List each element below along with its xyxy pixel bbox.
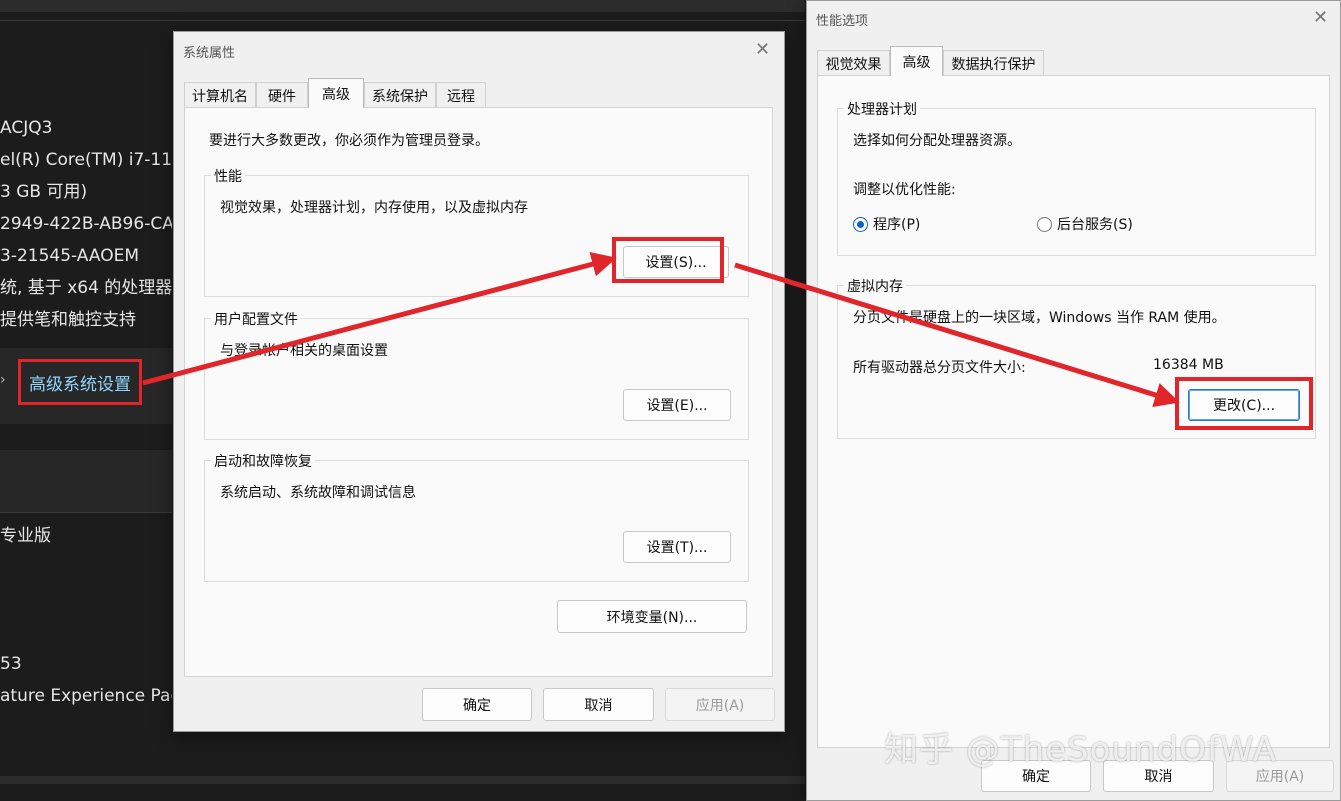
background-services-radio-option[interactable]: 后台服务(S) [1037,214,1133,234]
programs-radio-label: 程序(P) [873,217,921,233]
virtual-memory-desc: 分页文件是硬盘上的一块区域，Windows 当作 RAM 使用。 [853,310,1226,326]
tab-system-protection[interactable]: 系统保护 [364,82,436,108]
chevron-icon: › [0,372,6,388]
advanced-system-settings-highlight: 高级系统设置 [18,359,142,405]
admin-note: 要进行大多数更改，你必须作为管理员登录。 [209,133,489,149]
user-profiles-desc: 与登录帐户相关的桌面设置 [220,343,388,359]
programs-radio[interactable] [853,216,868,232]
performance-settings-highlight [612,237,724,283]
programs-radio-option[interactable]: 程序(P) [853,214,920,234]
spec-line: 统, 基于 x64 的处理器 [0,278,172,298]
processor-scheduling-group: 处理器计划 选择如何分配处理器资源。 调整以优化性能: 程序(P) 后台服务(S… [837,99,1316,256]
adjust-for-label: 调整以优化性能: [853,182,956,198]
virtual-memory-label: 虚拟内存 [844,276,906,296]
performance-desc: 视觉效果，处理器计划，内存使用，以及虚拟内存 [220,200,528,216]
tab-advanced[interactable]: 高级 [308,78,364,108]
processor-scheduling-label: 处理器计划 [844,99,920,119]
background-services-radio[interactable] [1037,216,1052,232]
dialog-title: 系统属性 [183,46,236,61]
user-profiles-label: 用户配置文件 [211,309,301,329]
spec-line: 提供笔和触控支持 [0,310,136,330]
section-strip [0,450,172,512]
performance-label: 性能 [211,166,245,186]
dialog-title: 性能选项 [816,14,869,29]
spec-line: ACJQ3 [0,118,53,138]
system-properties-dialog: 系统属性 ✕ 计算机名 硬件 高级 系统保护 远程 要进行大多数更改，你必须作为… [173,31,785,732]
change-button-highlight [1175,377,1313,430]
tab-remote[interactable]: 远程 [436,82,486,108]
startup-recovery-label: 启动和故障恢复 [211,451,315,471]
close-icon[interactable]: ✕ [1313,9,1328,27]
top-bar [0,0,805,12]
environment-variables-button[interactable]: 环境变量(N)... [557,600,747,633]
spec-line: 3-21545-AAOEM [0,246,140,266]
build-value: 53 [0,654,22,674]
apply-button[interactable]: 应用(A) [665,688,775,721]
spec-line: el(R) Core(TM) i7-1165G [0,150,172,170]
user-profiles-group: 用户配置文件 与登录帐户相关的桌面设置 设置(E)... [204,309,749,440]
cancel-button[interactable]: 取消 [543,688,654,721]
spec-line: 3 GB 可用) [0,182,88,202]
tab-hardware[interactable]: 硬件 [256,82,308,108]
tab-computer-name[interactable]: 计算机名 [184,82,256,108]
user-profiles-settings-button[interactable]: 设置(E)... [623,389,731,421]
startup-recovery-desc: 系统启动、系统故障和调试信息 [220,485,416,501]
paging-total-label: 所有驱动器总分页文件大小: [853,360,1026,376]
advanced-system-settings-link[interactable]: 高级系统设置 [29,370,131,395]
advanced-tab-panel: 要进行大多数更改，你必须作为管理员登录。 性能 视觉效果，处理器计划，内存使用，… [184,107,773,677]
tab-visual-effects[interactable]: 视觉效果 [817,50,890,76]
edition-value: 专业版 [0,526,51,546]
paging-total-value: 16384 MB [1153,357,1224,373]
ok-button[interactable]: 确定 [422,688,532,721]
tab-data-execution-prevention[interactable]: 数据执行保护 [943,50,1044,76]
startup-recovery-group: 启动和故障恢复 系统启动、系统故障和调试信息 设置(T)... [204,451,749,582]
processor-desc: 选择如何分配处理器资源。 [853,133,1021,149]
tab-advanced[interactable]: 高级 [890,46,943,76]
watermark: 知乎 @TheSoundOfWA [884,730,1277,770]
background-services-radio-label: 后台服务(S) [1057,217,1133,233]
spec-line: 2949-422B-AB96-CA94A [0,214,172,234]
divider [0,512,172,513]
divider [0,20,805,21]
experience-pack-value: ature Experience Pack [0,686,172,706]
close-icon[interactable]: ✕ [755,41,770,59]
startup-settings-button[interactable]: 设置(T)... [623,531,731,563]
bottom-bar [0,776,805,784]
